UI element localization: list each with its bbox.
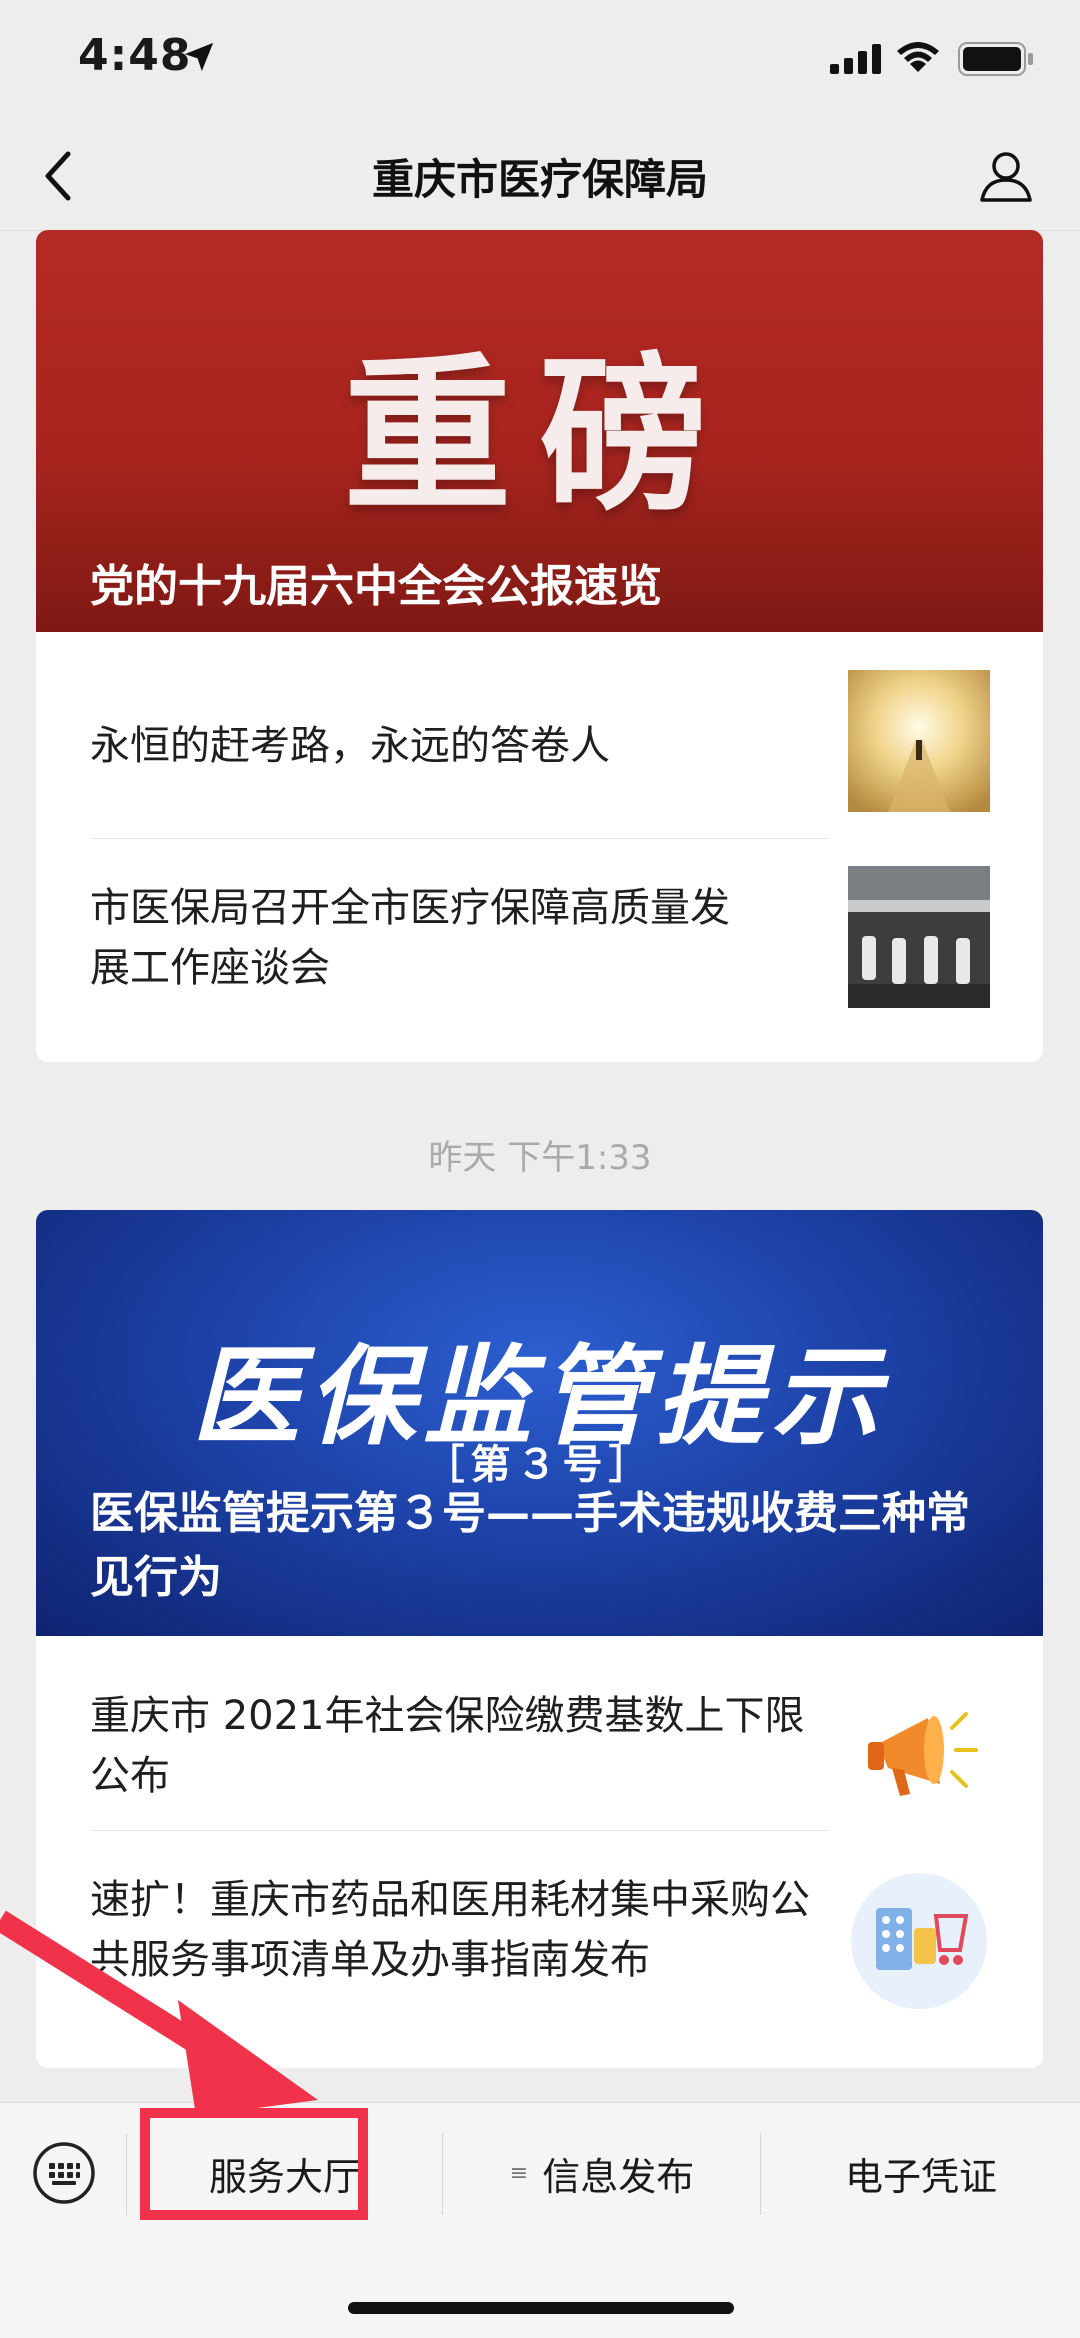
- signal-icon: [830, 44, 881, 74]
- medicine-cart-icon: [851, 1873, 987, 2009]
- submenu-lines-icon: ≡: [509, 2160, 529, 2186]
- megaphone-icon: [868, 1712, 978, 1796]
- menu-separator: [442, 2133, 443, 2215]
- article-card: 重磅 党的十九届六中全会公报速览 永恒的赶考路，永远的答卷人 市医保局召开全市医…: [36, 230, 1043, 1062]
- menu-separator: [126, 2133, 127, 2215]
- profile-icon[interactable]: [978, 148, 1034, 204]
- headline-banner[interactable]: 医保监管提示 ［第３号］ 医保监管提示第３号——手术违规收费三种常见行为: [36, 1210, 1043, 1636]
- article-title-line: 展工作座谈会: [90, 945, 330, 991]
- divider: [90, 1830, 830, 1831]
- nav-bar: 重庆市医疗保障局: [0, 120, 1080, 231]
- divider: [90, 838, 830, 839]
- menu-info-release[interactable]: ≡ 信息发布: [444, 2103, 760, 2243]
- menu-e-voucher[interactable]: 电子凭证: [762, 2103, 1080, 2243]
- annotation-arrow: [0, 1910, 318, 2116]
- location-arrow-icon: [184, 42, 214, 72]
- article-thumbnail: [848, 866, 990, 1008]
- annotation-highlight-box: [140, 2108, 368, 2220]
- article-title-line: 市医保局召开全市医疗保障高质量发: [90, 885, 730, 931]
- banner-caption: 医保监管提示第３号——手术违规收费三种常见行为: [90, 1488, 970, 1603]
- article-thumbnail: [848, 670, 990, 812]
- banner-caption: 党的十九届六中全会公报速览: [90, 561, 662, 612]
- battery-icon: [958, 42, 1033, 76]
- page-title: 重庆市医疗保障局: [371, 155, 708, 204]
- menu-label: 电子凭证: [844, 2154, 997, 2199]
- article-title: 重庆市 2021年社会保险缴费基数上下限公布: [90, 1693, 805, 1799]
- status-time: 4:48: [78, 30, 192, 81]
- banner-title: 重磅: [343, 338, 736, 534]
- menu-label: 信息发布: [542, 2154, 695, 2199]
- article-title: 永恒的赶考路，永远的答卷人: [90, 723, 610, 769]
- wifi-icon: [897, 42, 939, 72]
- message-timestamp: 昨天 下午1:33: [428, 1138, 652, 1178]
- home-indicator[interactable]: [348, 2302, 734, 2314]
- article-title: 市医保局召开全市医疗保障高质量发 展工作座谈会: [90, 878, 830, 998]
- headline-banner[interactable]: 重磅 党的十九届六中全会公报速览: [36, 230, 1043, 632]
- menu-separator: [760, 2133, 761, 2215]
- status-bar: 4:48: [0, 0, 1080, 120]
- keyboard-icon[interactable]: [32, 2141, 96, 2205]
